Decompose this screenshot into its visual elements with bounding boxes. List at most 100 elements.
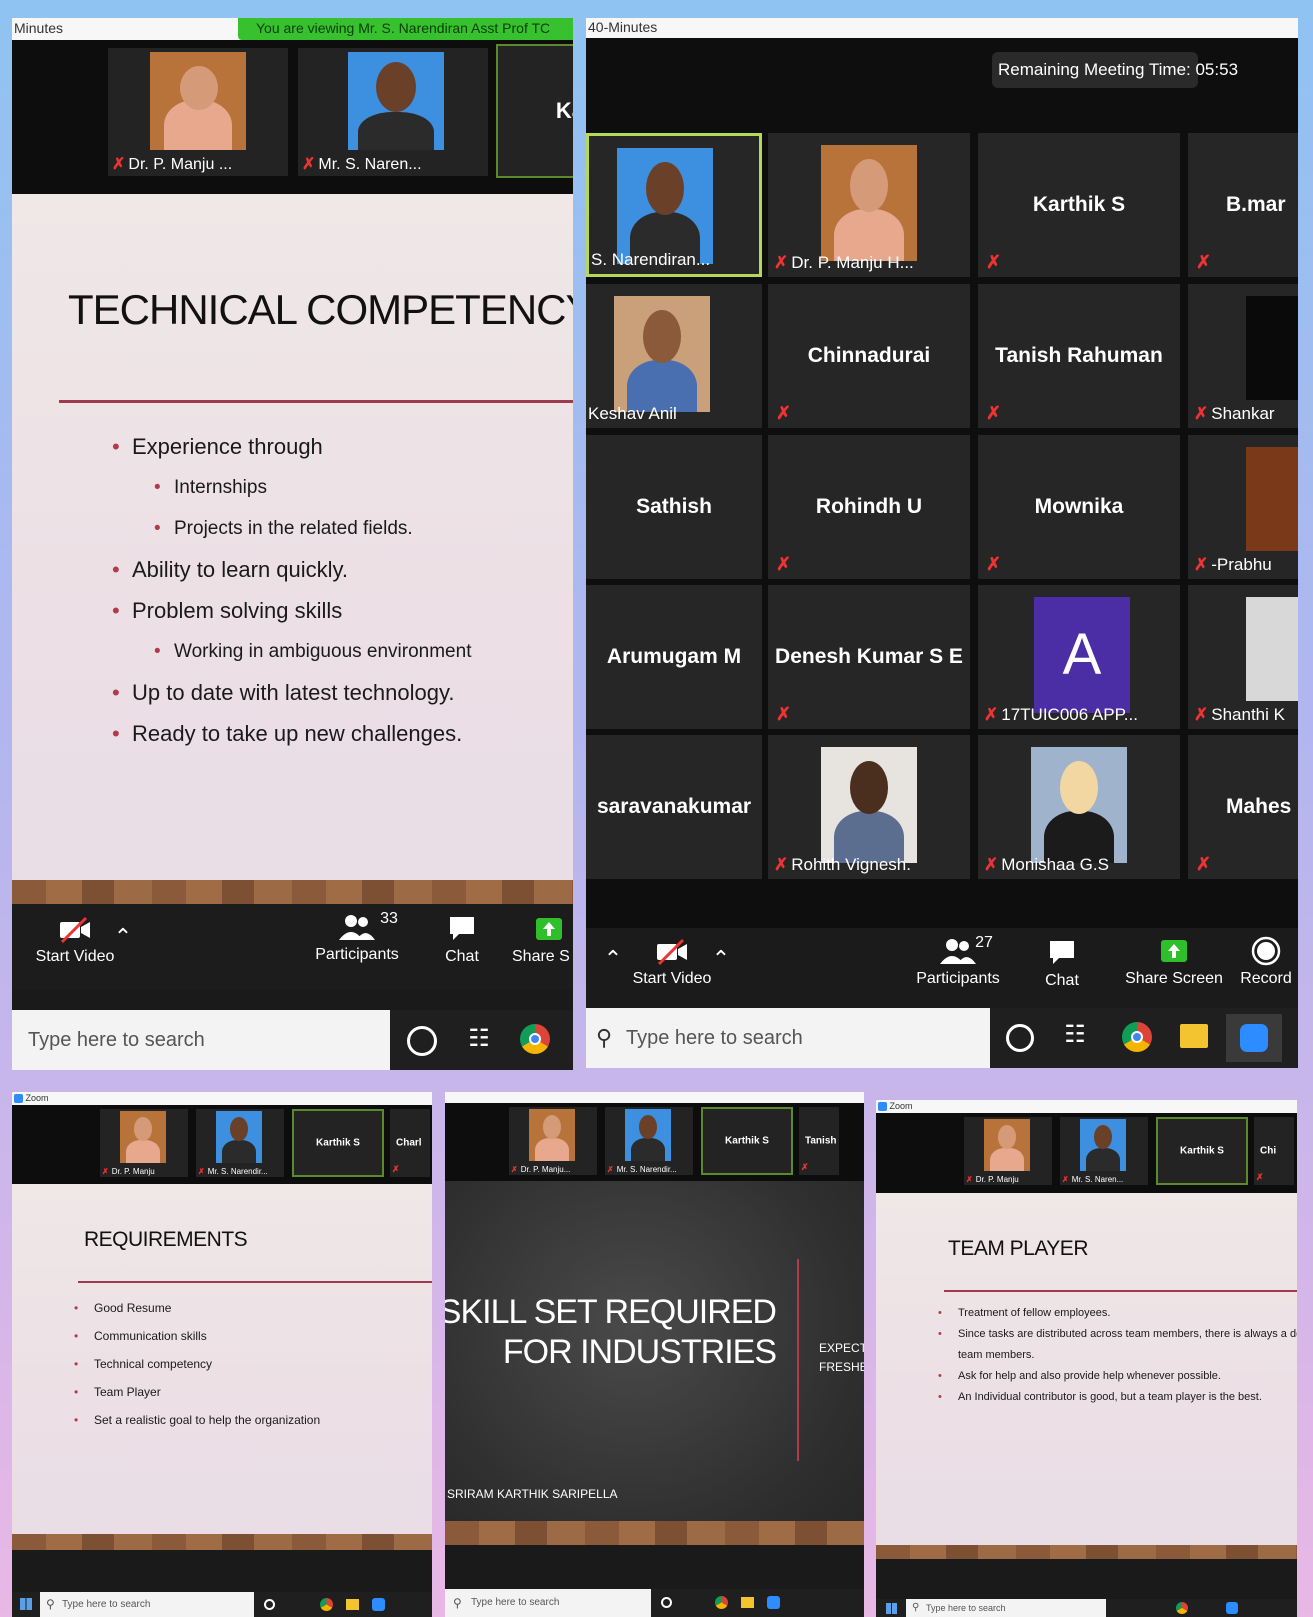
file-explorer-icon[interactable] <box>741 1597 754 1608</box>
taskbar-search-input[interactable]: ⚲ Type here to search <box>40 1592 254 1617</box>
participant-thumbnail[interactable]: ✗ Mr. S. Naren... <box>1060 1117 1148 1185</box>
participant-thumbnail[interactable]: ✗ Dr. P. Manju... <box>509 1107 597 1175</box>
window-title: 40-Minutes <box>588 19 658 35</box>
chrome-icon[interactable] <box>1122 1022 1152 1052</box>
gallery-tile[interactable]: ✗ Dr. P. Manju H... <box>768 133 970 277</box>
window-title-bar: Zoom <box>12 1092 432 1105</box>
muted-mic-icon: ✗ <box>776 403 792 423</box>
gallery-tile[interactable]: ✗ Monishaa G.S <box>978 735 1180 879</box>
participant-photo <box>821 747 917 863</box>
thumbnail-manju[interactable]: ✗ Dr. P. Manju ... <box>108 48 288 176</box>
participant-thumbnail[interactable]: ✗ Dr. P. Manju <box>100 1109 188 1177</box>
participant-name: Rohindh U <box>815 495 923 518</box>
zoom-app-icon[interactable] <box>1226 1602 1238 1614</box>
gallery-tile[interactable]: Denesh Kumar S E ✗ <box>768 585 970 729</box>
participant-photo <box>1031 747 1127 863</box>
chrome-icon[interactable] <box>1176 1602 1188 1614</box>
participant-thumbnail[interactable]: Charl ✗ <box>390 1109 430 1177</box>
share-screen-button[interactable]: Share Screen <box>1124 936 1224 988</box>
gallery-tile[interactable]: Keshav Anil <box>586 284 762 428</box>
slide-bullet-item: An Individual contributor is good, but a… <box>938 1387 1297 1408</box>
participant-name: Mr. S. Narendir... <box>616 1165 677 1174</box>
taskbar-search-input[interactable]: ⚲ Type here to search <box>906 1599 1106 1617</box>
gallery-tile[interactable]: Tanish Rahuman ✗ <box>978 284 1180 428</box>
viewing-banner: You are viewing Mr. S. Narendiran Asst P… <box>238 18 573 40</box>
gallery-tile[interactable]: Karthik S ✗ <box>978 133 1180 277</box>
chrome-icon[interactable] <box>320 1598 333 1611</box>
gallery-tile[interactable]: Mownika ✗ <box>978 435 1180 579</box>
start-video-button[interactable]: Start Video <box>30 916 120 966</box>
file-explorer-icon[interactable] <box>346 1599 359 1610</box>
chrome-icon[interactable] <box>520 1024 550 1054</box>
slide-title: TECHNICAL COMPETENCY <box>68 286 573 333</box>
file-explorer-icon[interactable] <box>1180 1024 1208 1048</box>
muted-mic-icon: ✗ <box>1062 1175 1069 1184</box>
cortana-icon[interactable] <box>661 1597 672 1608</box>
muted-mic-icon: ✗ <box>112 156 126 173</box>
windows-taskbar: ⚲ Type here to search <box>876 1599 1297 1617</box>
slide-bullet-item: Ready to take up new challenges. <box>112 713 471 754</box>
cortana-icon[interactable] <box>407 1026 437 1056</box>
gallery-tile[interactable]: S. Narendiran... <box>586 133 762 277</box>
participant-thumbnail[interactable]: Karthik S <box>701 1107 793 1175</box>
participant-thumbnail[interactable]: Tanish Rahu ✗ <box>799 1107 839 1175</box>
participant-thumbnail[interactable]: Karthik S <box>1156 1117 1248 1185</box>
gallery-tile[interactable]: ✗ Shanthi K <box>1188 585 1298 729</box>
participants-icon <box>339 915 375 940</box>
participant-name: Dr. P. Manju <box>975 1175 1019 1184</box>
muted-mic-icon: ✗ <box>1256 1172 1264 1182</box>
thumbnail-karthik[interactable]: Ka <box>496 44 573 178</box>
slide-bullet-item: Experience through <box>112 426 471 467</box>
taskbar-search-input[interactable]: ⚲ Type here to search <box>445 1589 651 1617</box>
gallery-tile[interactable]: Mahes ✗ <box>1188 735 1298 879</box>
chat-button[interactable]: Chat <box>1032 938 1092 990</box>
participant-thumbnail[interactable]: ✗ Mr. S. Narendir... <box>605 1107 693 1175</box>
gallery-tile[interactable]: B.mar ✗ <box>1188 133 1298 277</box>
record-button[interactable]: Record <box>1234 936 1298 988</box>
gallery-tile[interactable]: A ✗ 17TUIC006 APP... <box>978 585 1180 729</box>
taskbar-search-input[interactable]: Type here to search <box>12 1010 390 1070</box>
cortana-icon[interactable] <box>264 1599 275 1610</box>
participant-photo <box>1246 447 1298 551</box>
thumbnail-narendiran[interactable]: ✗ Mr. S. Naren... <box>298 48 488 176</box>
gallery-tile[interactable]: saravanakumar <box>586 735 762 879</box>
chat-button[interactable]: Chat <box>437 914 487 966</box>
muted-mic-icon: ✗ <box>986 252 1002 272</box>
task-view-icon[interactable]: ☷ <box>466 1024 492 1053</box>
gallery-tile[interactable]: ✗ Shankar <box>1188 284 1298 428</box>
windows-start-icon[interactable] <box>20 1598 32 1610</box>
gallery-tile[interactable]: Chinnadurai ✗ <box>768 284 970 428</box>
gallery-tile[interactable]: Sathish <box>586 435 762 579</box>
gallery-tile[interactable]: ✗ -Prabhu <box>1188 435 1298 579</box>
video-options-chevron[interactable]: ⌃ <box>108 924 138 950</box>
windows-start-icon[interactable] <box>886 1603 897 1614</box>
participant-name: B.mar <box>1226 193 1286 216</box>
zoom-app-icon[interactable] <box>372 1598 385 1611</box>
muted-mic-icon: ✗ <box>302 156 316 173</box>
chrome-icon[interactable] <box>715 1596 728 1609</box>
task-view-icon[interactable]: ☷ <box>1062 1020 1088 1049</box>
slide-bullets: Treatment of fellow employees.Since task… <box>938 1303 1297 1408</box>
gallery-tile[interactable]: ✗ Rohith Vignesh. <box>768 735 970 879</box>
participant-thumbnail[interactable]: ✗ Dr. P. Manju <box>964 1117 1052 1185</box>
cortana-icon[interactable] <box>1006 1024 1034 1052</box>
participant-thumbnail[interactable]: Chi ✗ <box>1254 1117 1294 1185</box>
participant-photo <box>120 1111 166 1163</box>
share-screen-button[interactable]: Share S <box>512 914 573 966</box>
participant-thumbnail[interactable]: Karthik S <box>292 1109 384 1177</box>
participant-photo <box>984 1119 1030 1171</box>
participant-thumbnail[interactable]: ✗ Mr. S. Narendir... <box>196 1109 284 1177</box>
muted-mic-icon: ✗ <box>801 1162 809 1172</box>
slide-bullet-item: Technical competency <box>74 1350 320 1378</box>
taskbar-search-input[interactable]: ⚲ Type here to search <box>586 1008 990 1068</box>
record-icon <box>1251 936 1281 966</box>
participant-thumbnail-strip: ✗ Dr. P. Manju ✗ Mr. S. Naren... Karthik S Ch… <box>876 1113 1297 1193</box>
zoom-app-icon[interactable] <box>1226 1014 1282 1062</box>
gallery-tile[interactable]: Arumugam M <box>586 585 762 729</box>
gallery-tile[interactable]: Rohindh U ✗ <box>768 435 970 579</box>
wood-floor <box>445 1521 864 1545</box>
zoom-app-icon[interactable] <box>767 1596 780 1609</box>
chat-icon <box>450 917 474 940</box>
video-options-chevron[interactable]: ⌃ <box>706 946 736 972</box>
slide-bullet-item: team members. <box>958 1349 1035 1361</box>
